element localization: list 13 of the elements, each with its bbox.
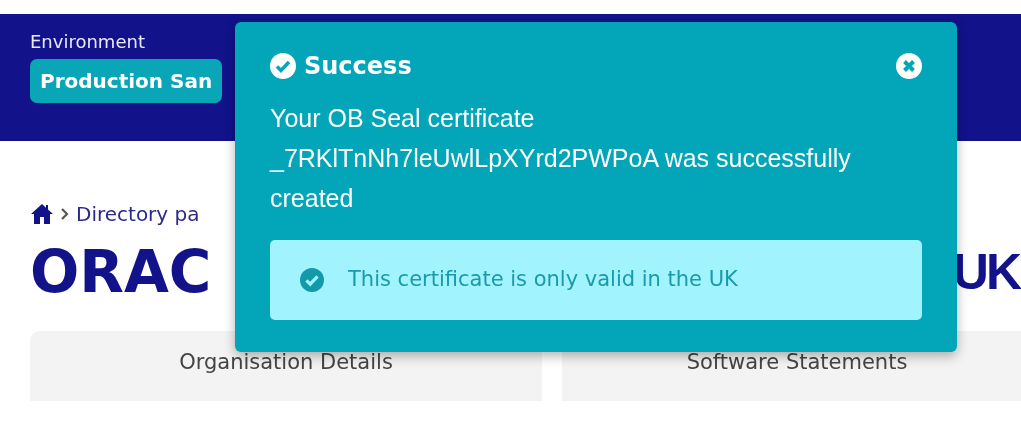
breadcrumb-link[interactable]: Directory pa (76, 199, 200, 229)
check-circle-icon (300, 268, 324, 292)
home-icon[interactable] (30, 203, 54, 225)
toast-message: Your OB Seal certificate _7RKlTnNh7leUwlLpXYrd2PWPoA was successfully created (270, 103, 852, 214)
toast-title: Success (304, 51, 412, 82)
environment-badge: Production San (30, 59, 223, 103)
page-title: ORAC (30, 243, 212, 301)
chevron-icon (60, 208, 70, 220)
close-icon[interactable] (896, 53, 922, 79)
notice-text: This certificate is only valid in the UK (348, 266, 738, 294)
environment-label: Environment (30, 30, 146, 54)
check-circle-icon (270, 53, 296, 79)
page-title: UK (952, 247, 1019, 297)
